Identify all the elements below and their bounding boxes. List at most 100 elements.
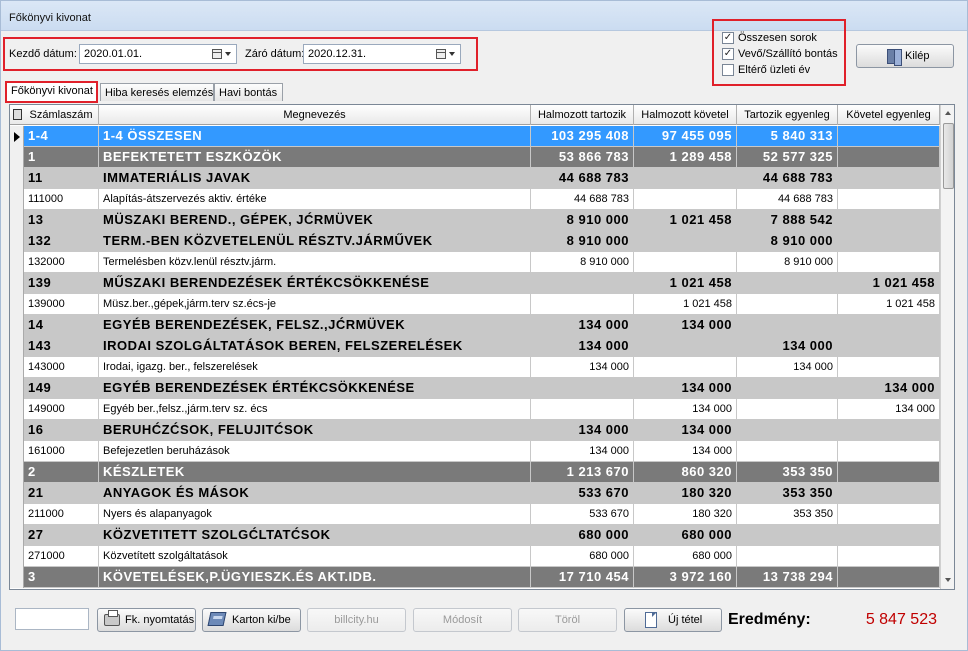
- column-header-credit[interactable]: Halmozott követel: [634, 105, 737, 125]
- cell-name: Irodai, igazg. ber., felszerelések: [99, 357, 531, 378]
- checkbox-icon[interactable]: ✓: [722, 48, 734, 60]
- cell-name: EGYÉB BERENDEZÉSEK, FELSZ.,JĆRMÜVEK: [99, 315, 531, 336]
- cell-name: KÖZVETITETT SZOLGĆLTATĆSOK: [99, 525, 531, 546]
- cell-credit-balance: [838, 546, 940, 567]
- row-indicator[interactable]: [10, 252, 24, 273]
- row-indicator[interactable]: [10, 441, 24, 462]
- table-row[interactable]: 1 BEFEKTETETT ESZKÖZÖK 53 866 783 1 289 458…: [10, 147, 940, 168]
- cell-debit-balance: 5 840 313: [737, 126, 838, 147]
- row-indicator[interactable]: [10, 399, 24, 420]
- table-row[interactable]: 139000 Müsz.ber.,gépek,járm.terv sz.écs-j…: [10, 294, 940, 315]
- table-row[interactable]: 143 IRODAI SZOLGÁLTATÁSOK BEREN, FELSZERE…: [10, 336, 940, 357]
- column-header-account[interactable]: Számlaszám: [24, 105, 99, 125]
- cell-name: MŰSZAKI BERENDEZÉSEK ÉRTÉKCSÖKKENÉSE: [99, 273, 531, 294]
- end-date-picker[interactable]: 2020.12.31.: [303, 44, 461, 64]
- current-row-arrow-icon: [14, 132, 20, 142]
- ledger-grid[interactable]: Számlaszám Megnevezés Halmozott tartozik…: [9, 104, 955, 590]
- exit-button[interactable]: Kilép: [856, 44, 954, 68]
- new-item-button[interactable]: Új tétel: [624, 608, 722, 632]
- cell-account: 161000: [24, 441, 99, 462]
- row-indicator[interactable]: [10, 336, 24, 357]
- table-row[interactable]: 143000 Irodai, igazg. ber., felszerelések…: [10, 357, 940, 378]
- grid-corner[interactable]: [10, 105, 24, 125]
- row-indicator[interactable]: [10, 294, 24, 315]
- row-indicator[interactable]: [10, 420, 24, 441]
- card-icon: [207, 612, 227, 626]
- row-indicator[interactable]: [10, 504, 24, 525]
- card-toggle-button[interactable]: Karton ki/be: [202, 608, 301, 632]
- start-date-picker[interactable]: 2020.01.01.: [79, 44, 237, 64]
- end-date-dropdown-button[interactable]: [434, 47, 458, 61]
- cell-credit: 1 021 458: [634, 294, 737, 315]
- cell-name: KÉSZLETEK: [99, 462, 531, 483]
- row-indicator[interactable]: [10, 315, 24, 336]
- table-row[interactable]: 13 MÜSZAKI BEREND., GÉPEK, JĆRMÜVEK 8 910 …: [10, 210, 940, 231]
- tab-error-search[interactable]: Hiba keresés elemzés: [100, 83, 214, 101]
- start-date-dropdown-button[interactable]: [210, 47, 234, 61]
- cell-debit: 680 000: [531, 525, 634, 546]
- checkbox-icon[interactable]: ✓: [722, 32, 734, 44]
- tab-general-ledger[interactable]: Főkönyvi kivonat: [5, 81, 98, 103]
- column-header-debit[interactable]: Halmozott tartozik: [531, 105, 634, 125]
- cell-credit: [634, 357, 737, 378]
- row-indicator[interactable]: [10, 231, 24, 252]
- table-row[interactable]: 139 MŰSZAKI BERENDEZÉSEK ÉRTÉKCSÖKKENÉSE 1…: [10, 273, 940, 294]
- row-indicator[interactable]: [10, 546, 24, 567]
- cell-name: Müsz.ber.,gépek,járm.terv sz.écs-je: [99, 294, 531, 315]
- vertical-scrollbar[interactable]: [940, 105, 954, 589]
- cell-debit-balance: 353 350: [737, 462, 838, 483]
- delete-button[interactable]: Töröl: [518, 608, 617, 632]
- cell-debit-balance: 353 350: [737, 483, 838, 504]
- table-row[interactable]: 161000 Befejezetlen beruházások 134 000 134…: [10, 441, 940, 462]
- row-indicator[interactable]: [10, 357, 24, 378]
- row-indicator[interactable]: [10, 189, 24, 210]
- row-indicator[interactable]: [10, 273, 24, 294]
- row-indicator[interactable]: [10, 147, 24, 168]
- column-header-credit-balance[interactable]: Követel egyenleg: [838, 105, 940, 125]
- checkbox-icon[interactable]: [722, 64, 734, 76]
- scroll-up-icon[interactable]: [942, 106, 954, 121]
- cell-name: 1-4 ÖSSZESEN: [99, 126, 531, 147]
- row-indicator[interactable]: [10, 378, 24, 399]
- table-row[interactable]: 11 IMMATERIÁLIS JAVAK 44 688 783 44 688 783: [10, 168, 940, 189]
- table-row[interactable]: 2 KÉSZLETEK 1 213 670 860 320 353 350: [10, 462, 940, 483]
- cell-credit: 1 021 458: [634, 210, 737, 231]
- cell-account: 132000: [24, 252, 99, 273]
- table-row[interactable]: 3 KÖVETELÉSEK,P.ÜGYIESZK.ÉS AKT.IDB. 17 71…: [10, 567, 940, 588]
- table-row[interactable]: 149 EGYÉB BERENDEZÉSEK ÉRTÉKCSÖKKENÉSE 134…: [10, 378, 940, 399]
- cell-account: 139000: [24, 294, 99, 315]
- print-button[interactable]: Fk. nyomtatás: [97, 608, 196, 632]
- table-row[interactable]: 27 KÖZVETITETT SZOLGĆLTATĆSOK 680 000 680 0…: [10, 525, 940, 546]
- row-indicator[interactable]: [10, 462, 24, 483]
- table-row[interactable]: 21 ANYAGOK ÉS MÁSOK 533 670 180 320 353 350: [10, 483, 940, 504]
- cell-debit: 533 670: [531, 483, 634, 504]
- table-row[interactable]: 1-4 1-4 ÖSSZESEN 103 295 408 97 455 095 5 84…: [10, 126, 940, 147]
- row-indicator[interactable]: [10, 168, 24, 189]
- scroll-thumb[interactable]: [943, 123, 954, 189]
- table-row[interactable]: 271000 Közvetített szolgáltatások 680 000 6…: [10, 546, 940, 567]
- column-header-name[interactable]: Megnevezés: [99, 105, 531, 125]
- cell-account: 149000: [24, 399, 99, 420]
- row-indicator[interactable]: [10, 210, 24, 231]
- table-row[interactable]: 211000 Nyers és alapanyagok 533 670 180 320…: [10, 504, 940, 525]
- cell-credit-balance: [838, 147, 940, 168]
- table-row[interactable]: 132 TERM.-BEN KÖZVETELENÜL RÉSZTV.JÁRMŰVE…: [10, 231, 940, 252]
- column-header-debit-balance[interactable]: Tartozik egyenleg: [737, 105, 838, 125]
- row-indicator[interactable]: [10, 126, 24, 147]
- cell-credit-balance: [838, 483, 940, 504]
- row-indicator[interactable]: [10, 567, 24, 588]
- row-indicator[interactable]: [10, 483, 24, 504]
- cell-account: 211000: [24, 504, 99, 525]
- modify-button[interactable]: Módosít: [413, 608, 512, 632]
- filter-input[interactable]: [15, 608, 89, 630]
- table-row[interactable]: 111000 Alapítás-átszervezés aktiv. értéke…: [10, 189, 940, 210]
- table-row[interactable]: 14 EGYÉB BERENDEZÉSEK, FELSZ.,JĆRMÜVEK 134…: [10, 315, 940, 336]
- chevron-down-icon: [225, 52, 231, 56]
- table-row[interactable]: 149000 Egyéb ber.,felsz.,járm.terv sz. éc…: [10, 399, 940, 420]
- tab-monthly-breakdown[interactable]: Havi bontás: [214, 83, 283, 101]
- scroll-down-icon[interactable]: [942, 573, 954, 588]
- table-row[interactable]: 16 BERUHĆZĆSOK, FELUJITĆSOK 134 000 134 000: [10, 420, 940, 441]
- row-indicator[interactable]: [10, 525, 24, 546]
- table-row[interactable]: 132000 Termelésben közv.lenül résztv.járm…: [10, 252, 940, 273]
- billcity-button[interactable]: billcity.hu: [307, 608, 406, 632]
